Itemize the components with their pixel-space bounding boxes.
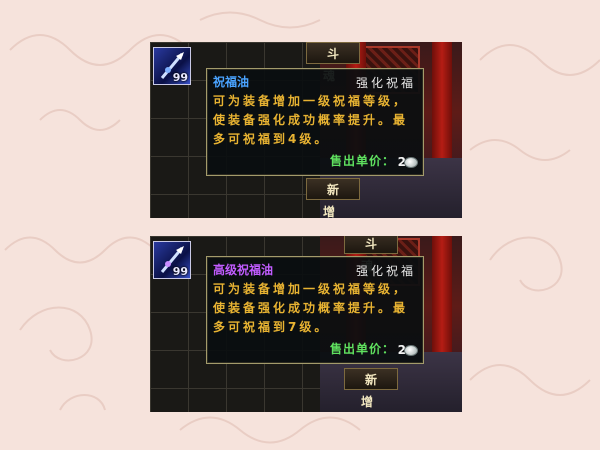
inventory-slot[interactable]: 99	[153, 241, 191, 279]
tab-dou-hun[interactable]: 斗 魂	[306, 42, 360, 83]
item-type: 强化祝福	[355, 76, 416, 90]
item-tooltip: 高级祝福油 强化祝福 可为装备增加一级祝福等级，使装备强化成功概率提升。最多可祝…	[206, 256, 424, 364]
item-description: 可为装备增加一级祝福等级，使装备强化成功概率提升。最多可祝福到7级。	[213, 282, 409, 334]
game-screenshot-2: 99 斗 魂 高级祝福油 强化祝福 可为装备增加一级祝福等级，使装备强化成功概率…	[150, 236, 462, 412]
item-count: 99	[172, 71, 188, 84]
game-screenshot-1: 99 斗 魂 祝福油 强化祝福 可为装备增加一级祝福等级，使装备强化成功概率提升…	[150, 42, 462, 218]
sell-price-label: 售出单价：	[329, 154, 395, 168]
item-description: 可为装备增加一级祝福等级，使装备强化成功概率提升。最多可祝福到4级。	[213, 94, 409, 146]
item-tooltip: 祝福油 强化祝福 可为装备增加一级祝福等级，使装备强化成功概率提升。最多可祝福到…	[206, 68, 424, 176]
silver-coin-icon	[404, 345, 418, 356]
item-name: 祝福油	[213, 75, 250, 89]
inventory-slot[interactable]: 99	[153, 47, 191, 85]
item-name: 高级祝福油	[213, 263, 274, 277]
sell-price-label: 售出单价：	[329, 342, 395, 356]
item-count: 99	[172, 265, 188, 278]
item-type: 强化祝福	[355, 264, 416, 278]
add-button[interactable]: 新 增	[344, 368, 398, 409]
silver-coin-icon	[404, 157, 418, 168]
add-button[interactable]: 新 增	[306, 178, 360, 218]
tab-dou-hun[interactable]: 斗 魂	[344, 236, 398, 273]
